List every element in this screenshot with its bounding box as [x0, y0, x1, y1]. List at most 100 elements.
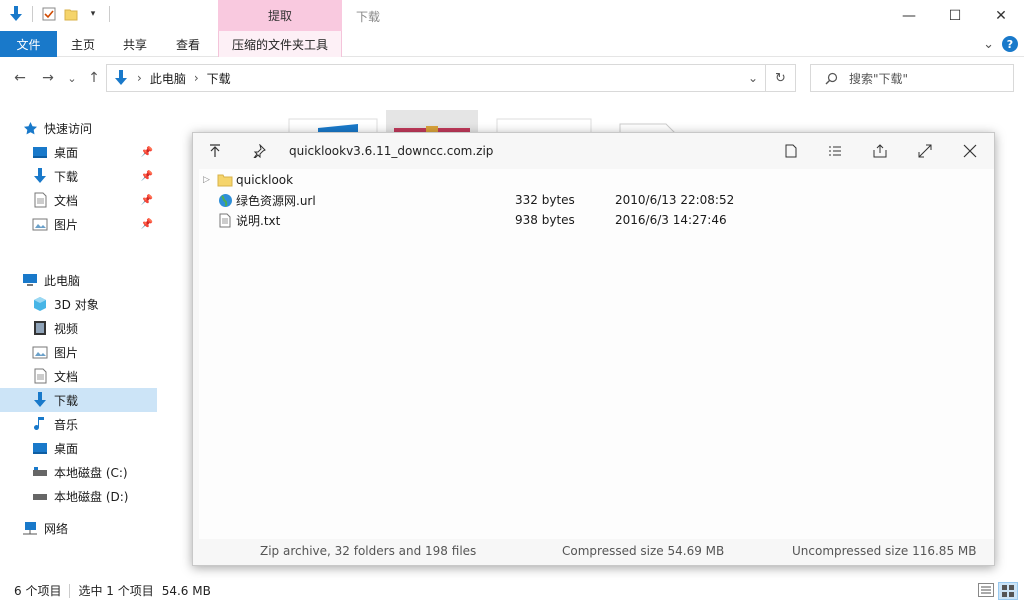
- list-item[interactable]: 说明.txt 938 bytes 2016/6/3 14:27:46: [199, 210, 994, 230]
- sidebar-label: 视频: [54, 321, 79, 336]
- sidebar-label: 音乐: [54, 417, 79, 432]
- sidebar-this-pc[interactable]: 此电脑: [0, 268, 157, 292]
- breadcrumb-separator: ›: [193, 71, 199, 85]
- properties-icon[interactable]: [41, 6, 57, 22]
- item-count: 6 个项目: [14, 584, 62, 598]
- share-icon[interactable]: [870, 141, 890, 161]
- sidebar-item-pictures[interactable]: 图片: [0, 340, 157, 364]
- uncompressed-size: Uncompressed size 116.85 MB: [792, 544, 977, 558]
- file-size: 938 bytes: [515, 213, 575, 227]
- address-dropdown-button[interactable]: ⌄: [740, 64, 766, 92]
- download-icon: [8, 6, 24, 22]
- file-date: 2010/6/13 22:08:52: [615, 193, 735, 207]
- pin-top-icon[interactable]: [205, 141, 225, 161]
- quicklook-titlebar[interactable]: quicklookv3.6.11_downcc.com.zip: [193, 133, 994, 169]
- breadcrumb-this-pc[interactable]: 此电脑: [150, 70, 186, 87]
- context-tab-group-label: 提取: [218, 0, 342, 31]
- sidebar-label: 本地磁盘 (D:): [54, 489, 129, 504]
- navigation-bar: ← → ⌄ ↑ › 此电脑 › 下载 ⌄ ↻ 搜索"下载": [0, 60, 1024, 96]
- qat-separator: [32, 6, 33, 22]
- help-icon[interactable]: ?: [1002, 36, 1018, 52]
- list-item[interactable]: 绿色资源网.url 332 bytes 2010/6/13 22:08:52: [199, 190, 994, 210]
- open-with-icon[interactable]: [781, 141, 801, 161]
- sidebar-item-downloads-quick[interactable]: 下载 📌: [0, 164, 157, 188]
- sidebar-item-drive-d[interactable]: 本地磁盘 (D:): [0, 484, 157, 508]
- file-name: 说明.txt: [236, 213, 281, 228]
- back-button[interactable]: ←: [10, 68, 30, 88]
- sidebar-item-videos[interactable]: 视频: [0, 316, 157, 340]
- refresh-button[interactable]: ↻: [766, 64, 796, 92]
- quicklook-title: quicklookv3.6.11_downcc.com.zip: [289, 144, 494, 158]
- minimize-button[interactable]: —: [886, 0, 932, 31]
- sidebar-item-3d-objects[interactable]: 3D 对象: [0, 292, 157, 316]
- tab-view[interactable]: 查看: [165, 31, 211, 57]
- sidebar-item-desktop-quick[interactable]: 桌面 📌: [0, 140, 157, 164]
- close-icon[interactable]: [960, 141, 980, 161]
- sidebar-item-documents-quick[interactable]: 文档 📌: [0, 188, 157, 212]
- sidebar-item-downloads[interactable]: 下载: [0, 388, 157, 412]
- pin-icon[interactable]: 📌: [141, 171, 153, 182]
- pin-icon[interactable]: 📌: [141, 147, 153, 158]
- search-placeholder: 搜索"下载": [849, 71, 909, 86]
- internet-shortcut-icon: [217, 192, 233, 208]
- sidebar-label: 下载: [54, 393, 79, 408]
- sidebar-label: 网络: [44, 521, 69, 536]
- customize-qat-icon[interactable]: ▾: [85, 6, 101, 22]
- new-folder-icon[interactable]: [63, 6, 79, 22]
- fullscreen-icon[interactable]: [915, 141, 935, 161]
- download-icon: [32, 392, 48, 408]
- expand-arrow-icon[interactable]: ▷: [203, 175, 210, 185]
- archive-file-list[interactable]: ▷ quicklook 绿色资源网.url 332 bytes 2010/6/1…: [199, 169, 994, 539]
- sidebar-label: 文档: [54, 193, 79, 208]
- breadcrumb-downloads[interactable]: 下载: [207, 70, 231, 87]
- list-menu-icon[interactable]: [825, 141, 845, 161]
- expand-ribbon-icon[interactable]: ⌄: [983, 37, 994, 52]
- sidebar-item-pictures-quick[interactable]: 图片 📌: [0, 212, 157, 236]
- sidebar-label: 图片: [54, 345, 79, 360]
- qat-separator: [109, 6, 110, 22]
- sidebar-item-desktop[interactable]: 桌面: [0, 436, 157, 460]
- sidebar-item-drive-c[interactable]: 本地磁盘 (C:): [0, 460, 157, 484]
- tab-file[interactable]: 文件: [0, 31, 57, 57]
- download-icon: [113, 70, 129, 86]
- address-bar[interactable]: › 此电脑 › 下载: [106, 64, 766, 92]
- sidebar-label: 文档: [54, 369, 79, 384]
- pin-icon[interactable]: 📌: [141, 195, 153, 206]
- sidebar-quick-access[interactable]: 快速访问: [0, 116, 157, 140]
- star-icon: [22, 120, 38, 136]
- quicklook-window[interactable]: quicklookv3.6.11_downcc.com.zip ▷ quickl…: [192, 132, 995, 566]
- up-button[interactable]: ↑: [84, 68, 104, 88]
- forward-button[interactable]: →: [38, 68, 58, 88]
- computer-icon: [22, 272, 38, 288]
- sidebar-label: 桌面: [54, 145, 79, 160]
- pin-icon[interactable]: 📌: [141, 219, 153, 230]
- recent-locations-button[interactable]: ⌄: [62, 68, 82, 88]
- status-separator: [69, 583, 71, 598]
- file-size: 332 bytes: [515, 193, 575, 207]
- tab-compressed-folder-tools[interactable]: 压缩的文件夹工具: [218, 31, 342, 57]
- close-button[interactable]: ✕: [978, 0, 1024, 31]
- file-date: 2016/6/3 14:27:46: [615, 213, 727, 227]
- file-name: 绿色资源网.url: [236, 193, 316, 208]
- large-icons-view-icon[interactable]: [998, 582, 1018, 600]
- pictures-icon: [32, 216, 48, 232]
- search-icon: [823, 70, 839, 86]
- details-view-icon[interactable]: [978, 583, 994, 600]
- sidebar-network[interactable]: 网络: [0, 516, 157, 540]
- sidebar-item-music[interactable]: 音乐: [0, 412, 157, 436]
- ribbon-tabs: 文件 主页 共享 查看 压缩的文件夹工具 ⌄ ?: [0, 31, 1024, 57]
- pin-icon[interactable]: [249, 141, 269, 161]
- list-item[interactable]: ▷ quicklook: [199, 170, 994, 190]
- pictures-icon: [32, 344, 48, 360]
- sidebar-label: 3D 对象: [54, 297, 99, 312]
- document-icon: [32, 192, 48, 208]
- tab-share[interactable]: 共享: [112, 31, 158, 57]
- file-name-cell: quicklook: [217, 172, 293, 188]
- sidebar-item-documents[interactable]: 文档: [0, 364, 157, 388]
- ribbon-right-controls: ⌄ ?: [983, 36, 1018, 52]
- file-name: quicklook: [236, 173, 294, 187]
- search-box[interactable]: 搜索"下载": [810, 64, 1014, 92]
- maximize-button[interactable]: ☐: [932, 0, 978, 31]
- sidebar-label: 图片: [54, 217, 79, 232]
- tab-home[interactable]: 主页: [60, 31, 106, 57]
